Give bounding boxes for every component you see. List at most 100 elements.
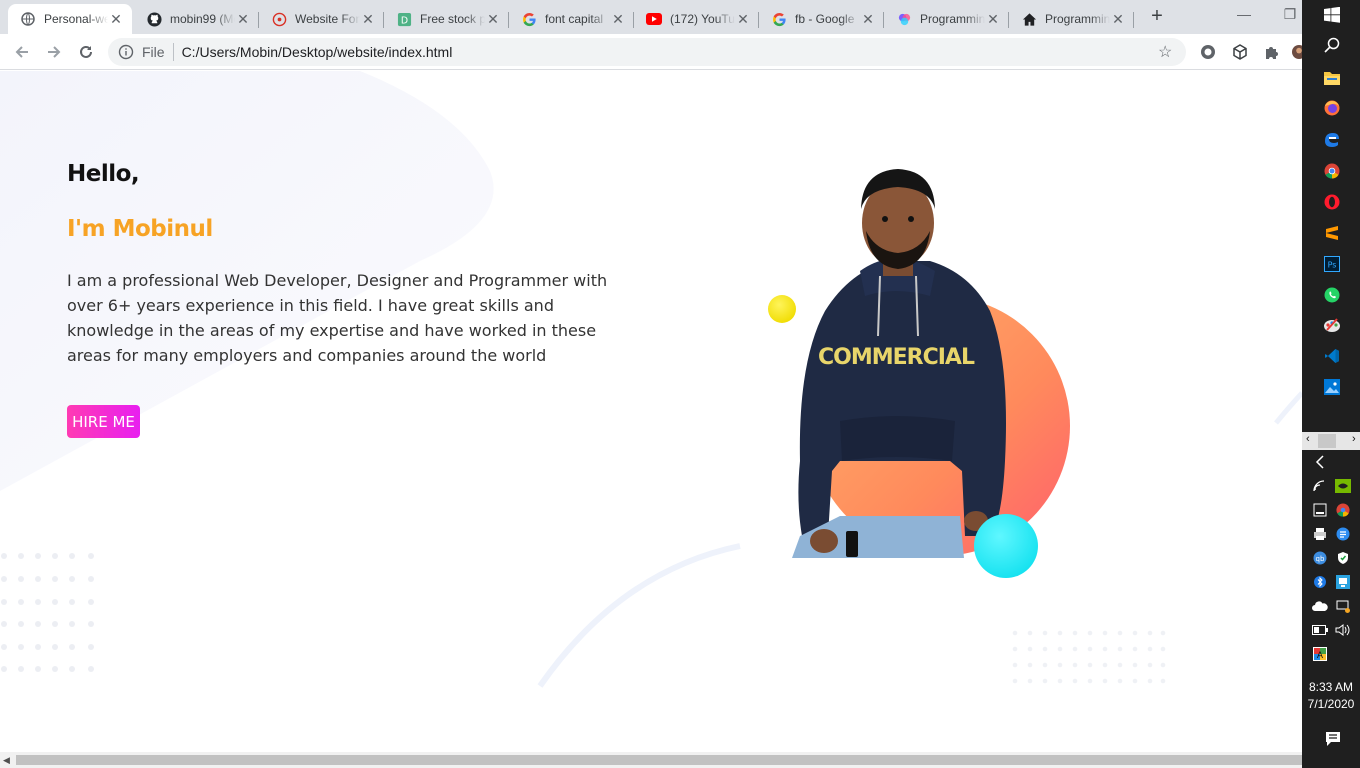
name-heading: I'm Mobinul: [67, 216, 213, 242]
search-icon[interactable]: [1323, 36, 1341, 54]
github-icon: [146, 11, 162, 27]
photoshop-icon[interactable]: Ps: [1323, 255, 1341, 273]
tab-font-capital[interactable]: font capital ✕: [509, 4, 634, 34]
shield-icon[interactable]: [1335, 550, 1351, 566]
colorful-icon: [896, 11, 912, 27]
tray-scroll-bar[interactable]: ‹ ›: [1302, 432, 1360, 450]
target-icon: [271, 11, 287, 27]
url-text[interactable]: C:/Users/Mobin/Desktop/website/index.htm…: [182, 44, 1158, 60]
background-decoration: [0, 71, 1302, 688]
firefox-icon[interactable]: [1323, 99, 1341, 117]
page-viewport: COMMERCIAL Hello, I'm Mobinul I am a pro…: [0, 71, 1302, 752]
svg-text:A: A: [1317, 651, 1324, 661]
volume-icon[interactable]: [1335, 622, 1351, 638]
close-icon[interactable]: ✕: [235, 11, 251, 27]
bluetooth-icon[interactable]: [1312, 574, 1328, 590]
extension-circle-icon[interactable]: [1198, 42, 1218, 62]
tab-title: Website Font: [295, 12, 360, 26]
monitor-icon[interactable]: [1312, 502, 1328, 518]
maximize-icon[interactable]: ❐: [1280, 6, 1300, 26]
close-icon[interactable]: ✕: [610, 11, 626, 27]
file-explorer-icon[interactable]: [1323, 69, 1341, 87]
tab-title: (172) YouTube: [670, 12, 735, 26]
tab-programming-1[interactable]: Programming ✕: [884, 4, 1009, 34]
sublime-icon[interactable]: [1323, 224, 1341, 242]
close-icon[interactable]: ✕: [735, 11, 751, 27]
star-icon[interactable]: ☆: [1158, 42, 1176, 62]
close-icon[interactable]: ✕: [860, 11, 876, 27]
windows-icon[interactable]: [1323, 6, 1341, 24]
scroll-left-icon[interactable]: ◀: [3, 755, 10, 766]
notification-icon[interactable]: [1324, 730, 1342, 748]
cube-icon[interactable]: [1230, 42, 1250, 62]
system-clock[interactable]: 8:33 AM 7/1/2020: [1302, 679, 1360, 713]
edge-icon[interactable]: [1323, 131, 1341, 149]
tab-free-stock[interactable]: D Free stock photos ✕: [384, 4, 509, 34]
browser-toolbar: File C:/Users/Mobin/Desktop/website/inde…: [0, 34, 1302, 70]
avatar[interactable]: [1292, 42, 1302, 62]
google-icon: [521, 11, 537, 27]
qbittorrent-icon[interactable]: qb: [1312, 550, 1328, 566]
tab-website-font[interactable]: Website Font ✕: [259, 4, 384, 34]
browser-window: Personal-website ✕ mobin99 (Mobinul) ✕ W…: [0, 0, 1302, 768]
windows-taskbar: Ps ‹ › qb A 8:33 AM 7/1/2020: [1302, 0, 1360, 768]
d-icon: D: [396, 11, 412, 27]
tab-github[interactable]: mobin99 (Mobinul) ✕: [134, 4, 259, 34]
tab-personal-website[interactable]: Personal-website ✕: [8, 4, 132, 34]
close-icon[interactable]: ✕: [360, 11, 376, 27]
globe-icon: [20, 11, 36, 27]
horizontal-scrollbar[interactable]: ◀: [0, 752, 1302, 768]
forward-button[interactable]: [42, 40, 66, 64]
close-icon[interactable]: ✕: [985, 11, 1001, 27]
chevron-right-icon[interactable]: ›: [1352, 433, 1356, 445]
tab-fb-google[interactable]: fb - Google ✕: [759, 4, 884, 34]
paint-icon[interactable]: [1323, 316, 1341, 334]
google-icon: [771, 11, 787, 27]
tab-title: Free stock photos: [420, 12, 485, 26]
scrollbar-thumb[interactable]: [16, 755, 1302, 765]
svg-text:Ps: Ps: [1328, 261, 1337, 270]
vscode-icon[interactable]: [1323, 347, 1341, 365]
whatsapp-icon[interactable]: [1323, 286, 1341, 304]
close-icon[interactable]: ✕: [108, 11, 124, 27]
display-icon[interactable]: [1335, 598, 1351, 614]
tab-strip: Personal-website ✕ mobin99 (Mobinul) ✕ W…: [0, 0, 1302, 34]
back-button[interactable]: [10, 40, 34, 64]
chevron-left-icon[interactable]: ‹: [1306, 433, 1310, 445]
wifi-icon[interactable]: [1312, 478, 1328, 494]
info-icon[interactable]: [118, 44, 134, 60]
close-icon[interactable]: ✕: [1110, 11, 1126, 27]
nvidia-icon[interactable]: [1335, 478, 1351, 494]
chrome-icon[interactable]: [1335, 502, 1351, 518]
printer-icon[interactable]: [1312, 526, 1328, 542]
tab-youtube[interactable]: (172) YouTube ✕: [634, 4, 759, 34]
chat-icon[interactable]: [1335, 526, 1351, 542]
reload-button[interactable]: [74, 40, 98, 64]
chevron-left-icon[interactable]: [1312, 454, 1328, 470]
hoodie-print: COMMERCIAL: [818, 345, 975, 370]
tab-title: Personal-website: [44, 12, 108, 26]
tab-title: mobin99 (Mobinul): [170, 12, 235, 26]
minimize-icon[interactable]: —: [1234, 6, 1254, 26]
svg-text:qb: qb: [1316, 555, 1325, 563]
home-icon: [1021, 11, 1037, 27]
language-icon[interactable]: A: [1312, 646, 1328, 662]
onedrive-icon[interactable]: [1312, 598, 1328, 614]
chrome-icon[interactable]: [1323, 162, 1341, 180]
tab-programming-2[interactable]: Programming ✕: [1009, 4, 1134, 34]
opera-icon[interactable]: [1323, 193, 1341, 211]
hire-me-button[interactable]: HIRE ME: [67, 405, 140, 438]
tab-title: Programming: [920, 12, 985, 26]
new-tab-button[interactable]: +: [1146, 6, 1168, 28]
network-app-icon[interactable]: [1335, 574, 1351, 590]
battery-icon[interactable]: [1312, 622, 1328, 638]
profile-photo: COMMERCIAL: [768, 169, 1070, 578]
close-icon[interactable]: ✕: [485, 11, 501, 27]
address-bar[interactable]: File C:/Users/Mobin/Desktop/website/inde…: [108, 38, 1186, 66]
puzzle-icon[interactable]: [1262, 42, 1282, 62]
clock-time: 8:33 AM: [1308, 680, 1354, 694]
svg-text:D: D: [400, 15, 407, 26]
reload-icon: [80, 45, 92, 58]
photos-icon[interactable]: [1323, 378, 1341, 396]
tab-title: Programming: [1045, 12, 1110, 26]
